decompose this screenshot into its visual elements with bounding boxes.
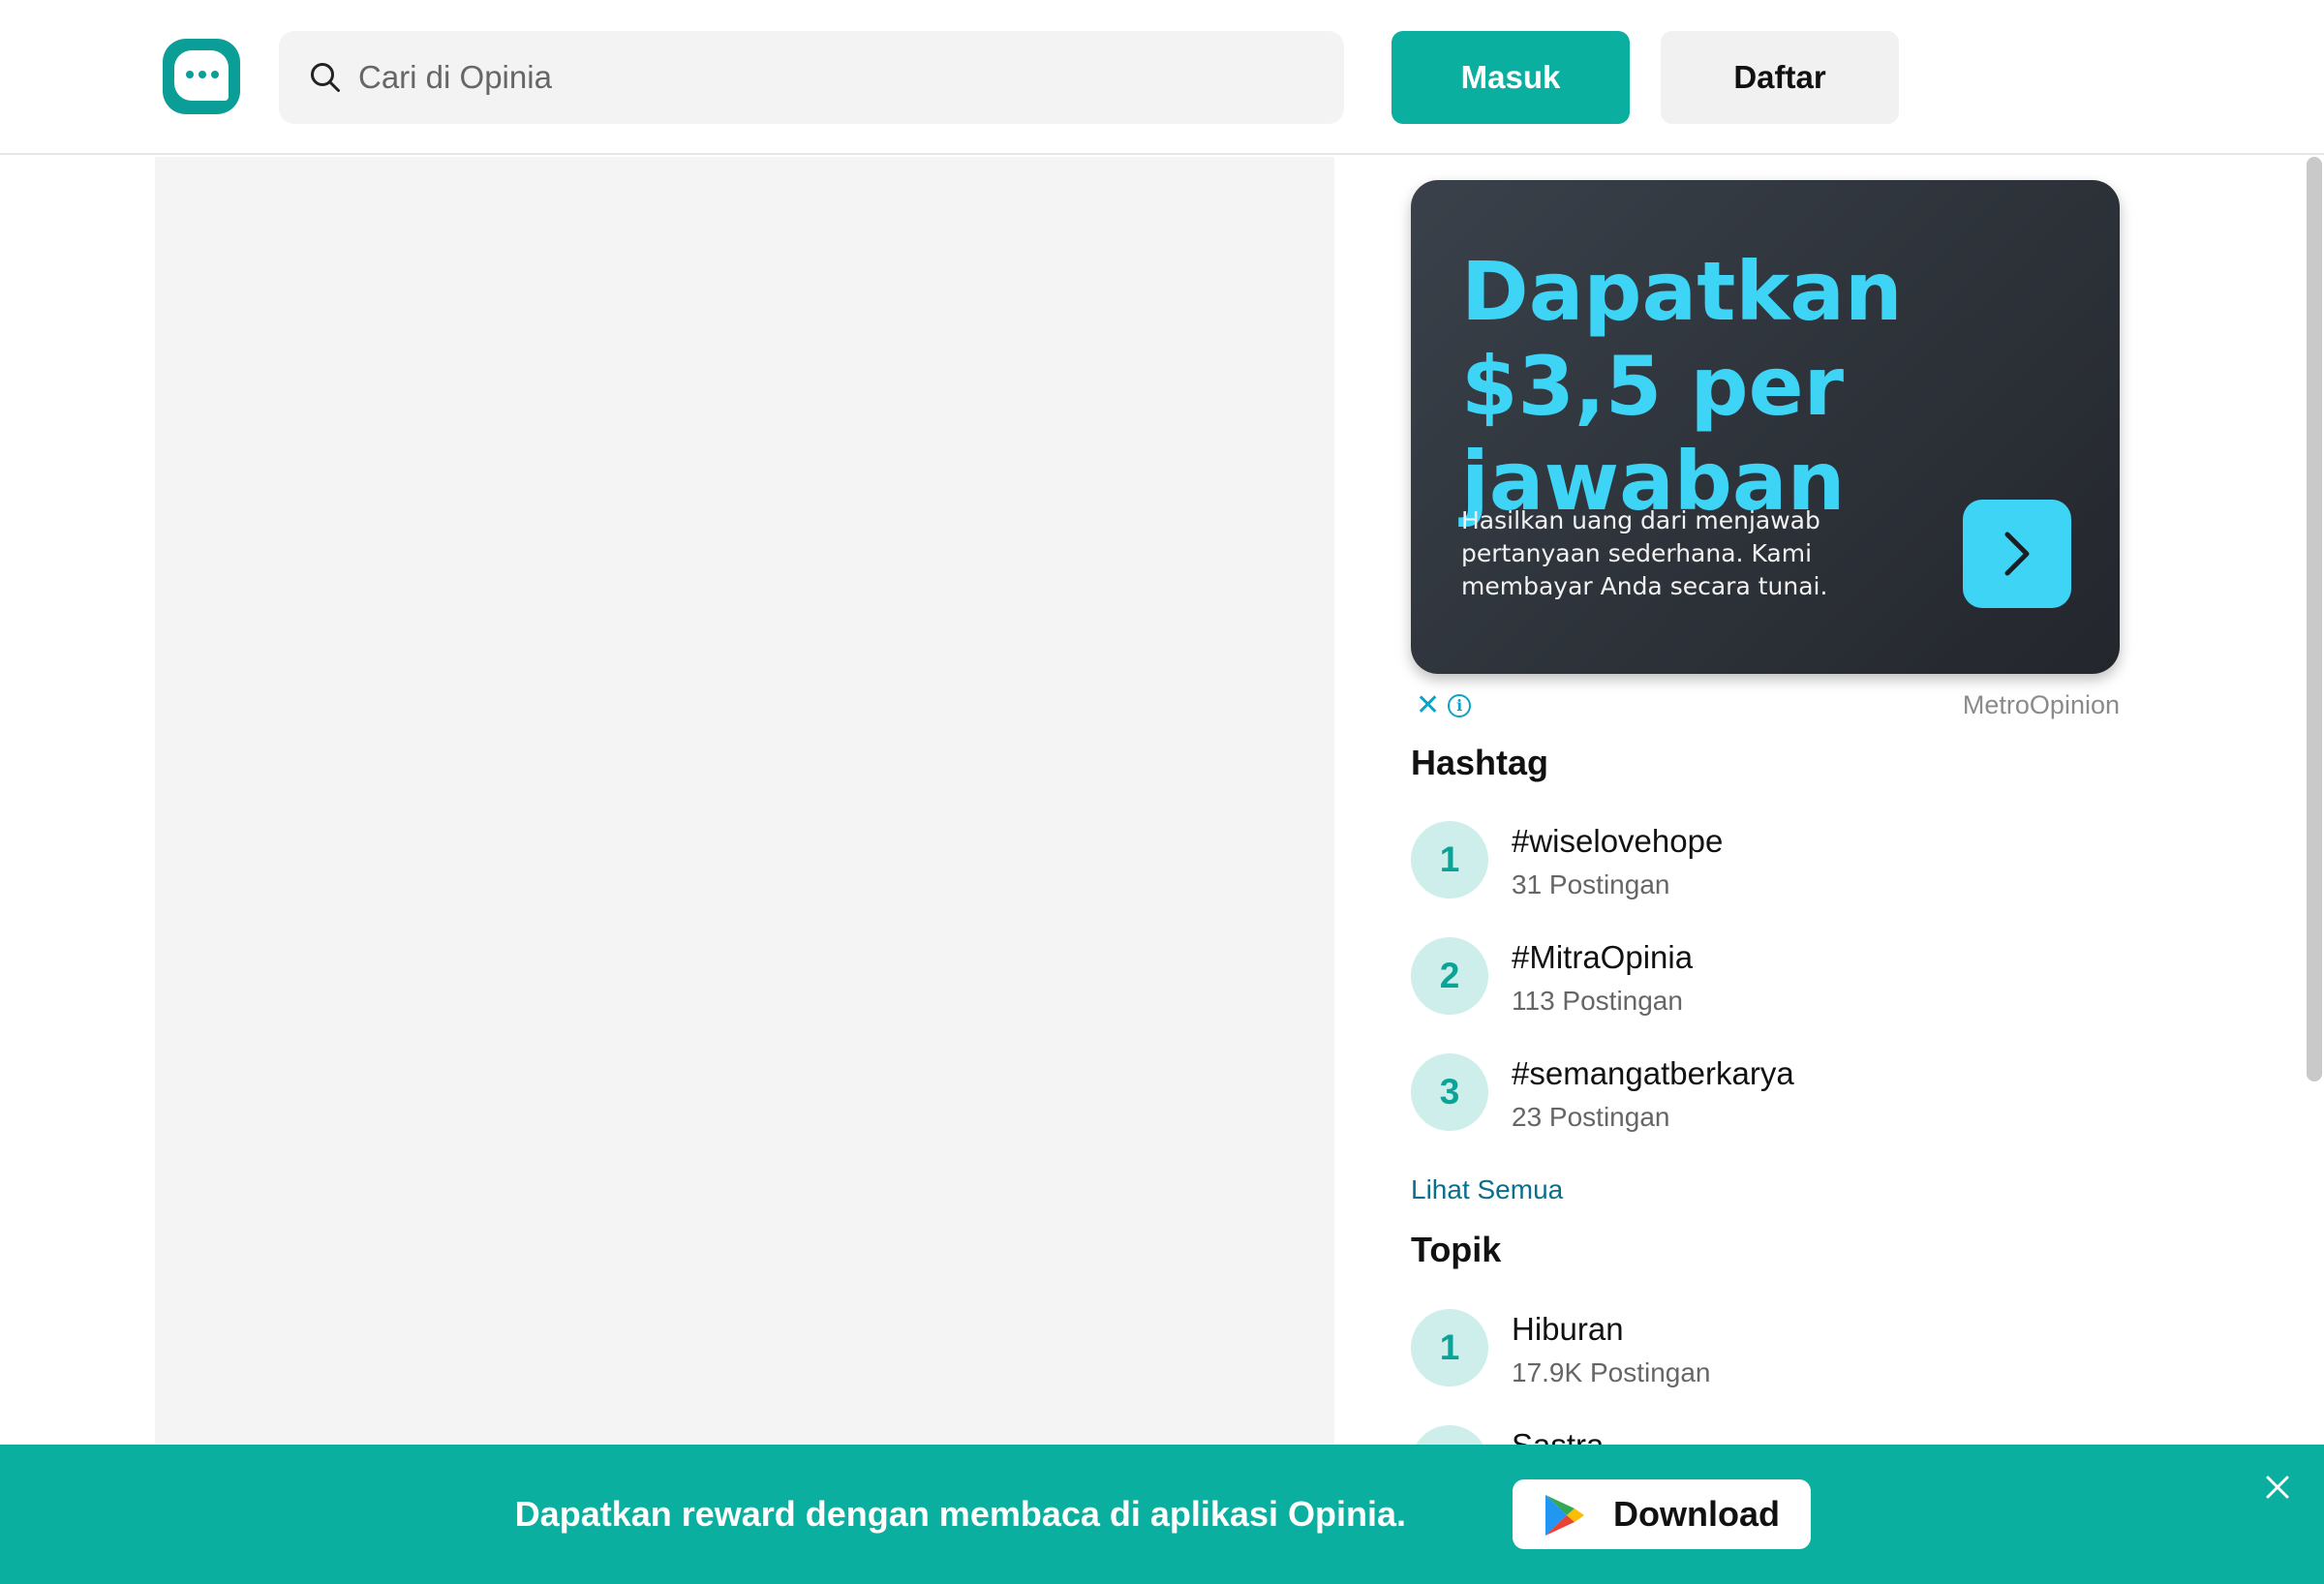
ad-headline: Dapatkan $3,5 per jawaban: [1461, 244, 1903, 529]
register-button[interactable]: Daftar: [1661, 31, 1899, 124]
hashtag-name: #MitraOpinia: [1512, 939, 1694, 975]
feed-panel: [155, 157, 1334, 1445]
ad-card[interactable]: Dapatkan $3,5 per jawaban Hasilkan uang …: [1411, 180, 2120, 674]
search-bar[interactable]: [279, 31, 1344, 124]
rank-badge: 1: [1411, 821, 1488, 899]
download-label: Download: [1613, 1494, 1780, 1534]
hashtag-section-title: Hashtag: [1411, 743, 1549, 782]
see-all-hashtags-link[interactable]: Lihat Semua: [1411, 1174, 1563, 1205]
hashtag-name: #semangatberkarya: [1512, 1055, 1794, 1091]
ad-info-icon[interactable]: i: [1448, 694, 1472, 717]
hashtag-item[interactable]: 3 #semangatberkarya 23 Postingan: [1411, 1053, 2089, 1141]
rank-badge: 2: [1411, 937, 1488, 1015]
topic-section-title: Topik: [1411, 1230, 1502, 1269]
ad-controls: ✕ i: [1416, 691, 1472, 720]
hashtag-item[interactable]: 2 #MitraOpinia 113 Postingan: [1411, 937, 2089, 1024]
top-header: Masuk Daftar: [0, 0, 2324, 155]
logo-chat-bubble: [174, 50, 229, 101]
scrollbar-thumb[interactable]: [2307, 157, 2322, 1081]
login-button[interactable]: Masuk: [1391, 31, 1630, 124]
opinia-logo-icon[interactable]: [163, 39, 240, 114]
hashtag-name: #wiselovehope: [1512, 823, 1724, 859]
topic-name: Hiburan: [1512, 1311, 1624, 1347]
post-count: 17.9K Postingan: [1512, 1357, 1711, 1387]
rank-badge: 3: [1411, 1053, 1488, 1131]
close-icon[interactable]: [2262, 1472, 2293, 1503]
chevron-right-icon: [2004, 532, 2030, 576]
download-button[interactable]: Download: [1513, 1479, 1811, 1549]
search-icon: [311, 63, 340, 92]
app-download-banner: Dapatkan reward dengan membaca di aplika…: [0, 1445, 2324, 1584]
post-count: 23 Postingan: [1512, 1102, 1670, 1132]
banner-text: Dapatkan reward dengan membaca di aplika…: [514, 1494, 1406, 1534]
rank-badge: 1: [1411, 1309, 1488, 1386]
post-count: 31 Postingan: [1512, 869, 1670, 899]
search-input[interactable]: [356, 31, 1325, 124]
topic-item[interactable]: 1 Hiburan 17.9K Postingan: [1411, 1309, 2089, 1396]
ad-source-label: MetroOpinion: [1962, 690, 2120, 719]
post-count: 113 Postingan: [1512, 986, 1683, 1016]
ad-arrow-button[interactable]: [1963, 500, 2071, 608]
hashtag-item[interactable]: 1 #wiselovehope 31 Postingan: [1411, 821, 2089, 908]
ad-body-text: Hasilkan uang dari menjawab pertanyaan s…: [1461, 506, 1828, 600]
google-play-icon: [1545, 1495, 1584, 1536]
ad-close-icon[interactable]: ✕: [1416, 691, 1440, 720]
